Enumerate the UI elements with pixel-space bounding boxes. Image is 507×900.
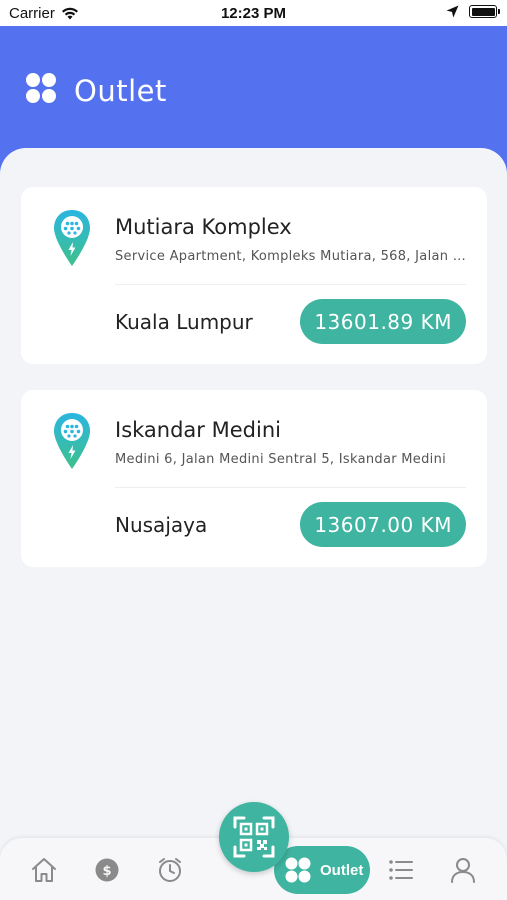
tab-outlet-active[interactable]: Outlet [274,846,370,894]
status-bar: Carrier 12:23 PM [0,0,507,26]
qr-scan-button[interactable] [219,802,289,872]
distance-badge: 13601.89 KM [300,299,466,344]
outlet-address: Service Apartment, Kompleks Mutiara, 568… [115,249,467,264]
distance-badge: 13607.00 KM [300,502,466,547]
outlet-card[interactable]: Mutiara Komplex Service Apartment, Kompl… [21,187,487,364]
app-header: Outlet [0,26,507,156]
status-right [446,5,500,18]
battery-icon [469,5,500,18]
tab-outlet-label: Outlet [320,861,364,879]
outlet-name: Mutiara Komplex [115,215,292,239]
outlet-logo-icon [26,73,56,103]
home-icon[interactable] [30,856,58,884]
user-icon[interactable] [449,856,477,884]
outlet-city: Kuala Lumpur [115,310,253,334]
status-time: 12:23 PM [220,5,287,22]
qr-scan-icon [233,816,275,858]
list-icon[interactable] [387,856,415,884]
charger-pin-icon [54,413,90,469]
outlet-address: Medini 6, Jalan Medini Sentral 5, Iskand… [115,452,447,467]
page-title: Outlet [74,74,167,108]
svg-text:$: $ [102,864,111,879]
outlet-name: Iskandar Medini [115,418,281,442]
outlet-city: Nusajaya [115,513,208,537]
outlet-card[interactable]: Iskandar Medini Medini 6, Jalan Medini S… [21,390,487,567]
card-divider [115,284,466,285]
outlet-tab-icon [285,857,311,883]
location-arrow-icon [446,5,459,18]
card-divider [115,487,466,488]
outlet-list: Mutiara Komplex Service Apartment, Kompl… [0,148,507,900]
alarm-clock-icon[interactable] [156,856,184,884]
dollar-globe-icon[interactable]: $ [93,856,121,884]
charger-pin-icon [54,210,90,266]
